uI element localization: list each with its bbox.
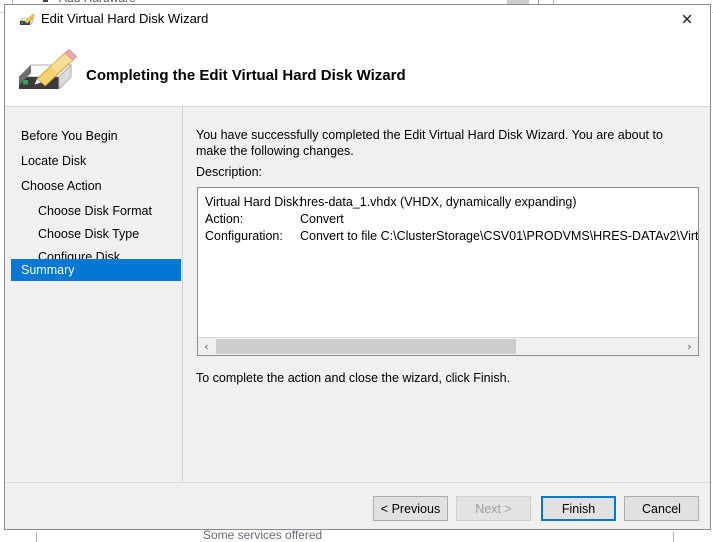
description-panel: Virtual Hard Disk:hres-data_1.vhdx (VHDX… <box>197 187 699 356</box>
wizard-body: Before You Begin Locate Disk Choose Acti… <box>5 107 710 481</box>
wizard-header: Completing the Edit Virtual Hard Disk Wi… <box>5 35 710 107</box>
sidebar-item-summary[interactable]: Summary <box>11 259 181 281</box>
wizard-footer: < Previous Next > Finish Cancel <box>5 482 710 529</box>
wizard-steps-sidebar: Before You Begin Locate Disk Choose Acti… <box>5 107 183 481</box>
next-button: Next > <box>456 496 531 521</box>
edit-virtual-hard-disk-wizard-dialog: Edit Virtual Hard Disk Wizard ✕ Completi… <box>4 4 711 530</box>
description-key: Virtual Hard Disk: <box>205 195 303 209</box>
hard-disk-pencil-icon <box>17 49 78 91</box>
finish-instruction: To complete the action and close the wiz… <box>196 371 511 385</box>
cancel-button[interactable]: Cancel <box>624 496 699 521</box>
intro-text: You have successfully completed the Edit… <box>196 128 663 158</box>
window-title: Edit Virtual Hard Disk Wizard <box>41 11 209 26</box>
sidebar-item-locate-disk[interactable]: Locate Disk <box>11 150 181 172</box>
description-value: Convert to file C:\ClusterStorage\CSV01\… <box>300 229 698 243</box>
close-icon: ✕ <box>680 10 694 29</box>
close-button[interactable]: ✕ <box>664 5 710 35</box>
description-key: Action: <box>205 212 244 226</box>
wizard-main-pane: You have successfully completed the Edit… <box>183 107 710 481</box>
description-value: Convert <box>300 212 344 226</box>
page-title: Completing the Edit Virtual Hard Disk Wi… <box>86 67 406 84</box>
description-label: Description: <box>196 165 262 179</box>
description-value: hres-data_1.vhdx (VHDX, dynamically expa… <box>300 195 577 209</box>
scroll-left-icon[interactable]: ‹ <box>198 338 215 355</box>
previous-button[interactable]: < Previous <box>373 496 448 521</box>
description-key: Configuration: <box>205 229 283 243</box>
background-window-bottom: Some services offered <box>0 530 713 542</box>
sidebar-item-choose-disk-type[interactable]: Choose Disk Type <box>11 223 181 245</box>
sidebar-item-choose-action[interactable]: Choose Action <box>11 175 181 197</box>
description-row-action: Action: Convert <box>205 211 698 228</box>
description-horizontal-scrollbar[interactable]: ‹ › <box>198 337 698 355</box>
scrollbar-thumb[interactable] <box>216 339 516 354</box>
description-row-configuration: Configuration: Convert to file C:\Cluster… <box>205 228 698 245</box>
scroll-right-icon[interactable]: › <box>681 338 698 355</box>
finish-button[interactable]: Finish <box>541 496 616 521</box>
description-row-virtual-hard-disk: Virtual Hard Disk:hres-data_1.vhdx (VHDX… <box>205 194 698 211</box>
sidebar-item-before-you-begin[interactable]: Before You Begin <box>11 125 181 147</box>
background-window-bottom-label: Some services offered <box>203 530 323 542</box>
description-content: Virtual Hard Disk:hres-data_1.vhdx (VHDX… <box>198 188 698 336</box>
sidebar-item-choose-disk-format[interactable]: Choose Disk Format <box>11 200 181 222</box>
background-window-bottom-frame: Some services offered <box>36 530 674 542</box>
title-bar: Edit Virtual Hard Disk Wizard ✕ <box>5 5 710 35</box>
edit-virtual-hard-disk-icon <box>19 13 35 26</box>
bullet-icon <box>43 0 48 2</box>
